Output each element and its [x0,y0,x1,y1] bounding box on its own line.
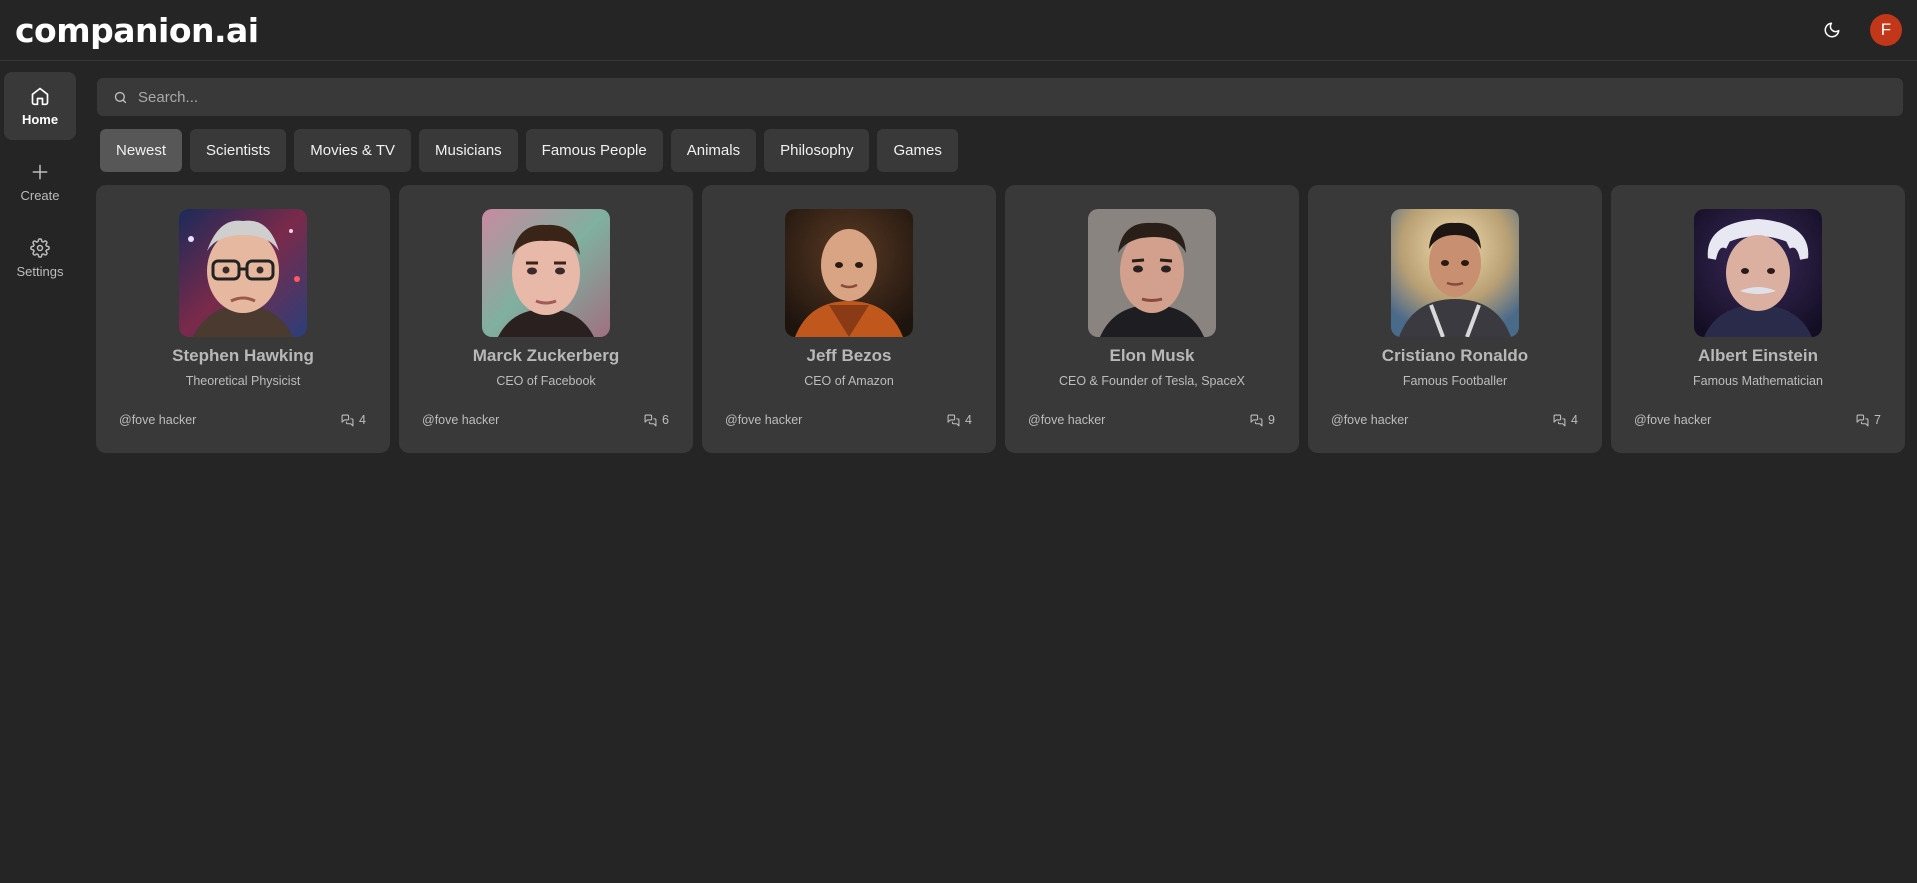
user-avatar[interactable]: F [1870,14,1902,46]
search-bar [97,78,1903,116]
category-philosophy[interactable]: Philosophy [764,129,870,172]
companion-name: Stephen Hawking [172,346,314,365]
companion-card[interactable]: Jeff Bezos CEO of Amazon @fove hacker 4 [702,185,996,453]
messages-icon [341,414,354,426]
category-tabs: Newest Scientists Movies & TV Musicians … [100,129,958,172]
companion-card[interactable]: Cristiano Ronaldo Famous Footballer @fov… [1308,185,1602,453]
companion-description: CEO of Amazon [804,374,894,388]
message-count-value: 4 [965,413,972,427]
companion-description: Famous Footballer [1402,374,1508,388]
gear-icon [30,237,50,258]
message-count: 4 [341,413,366,427]
companion-author: @fove hacker [1028,413,1106,427]
companion-author: @fove hacker [725,413,803,427]
message-count: 4 [947,413,972,427]
companion-name: Albert Einstein [1698,346,1818,365]
message-count-value: 4 [359,413,366,427]
companion-author: @fove hacker [119,413,197,427]
search-icon [114,91,127,103]
companion-portrait [785,209,913,337]
companion-portrait [1694,209,1822,337]
sidebar: Home Create Settings [4,72,76,300]
message-count-value: 6 [662,413,669,427]
category-movies-tv[interactable]: Movies & TV [294,129,411,172]
companion-description: Theoretical Physicist [185,374,301,388]
message-count: 9 [1250,413,1275,427]
companion-name: Cristiano Ronaldo [1381,346,1529,365]
top-bar-actions: F [1818,14,1902,46]
messages-icon [1856,414,1869,426]
message-count-value: 9 [1268,413,1275,427]
sidebar-item-label: Home [21,111,59,127]
search-input[interactable] [138,88,1838,106]
category-musicians[interactable]: Musicians [418,129,518,172]
sidebar-item-home[interactable]: Home [4,72,76,140]
companion-author: @fove hacker [1331,413,1409,427]
message-count-value: 7 [1874,413,1881,427]
message-count: 6 [644,413,669,427]
companion-card[interactable]: Elon Musk CEO & Founder of Tesla, SpaceX… [1005,185,1299,453]
companion-portrait [1088,209,1216,337]
category-newest[interactable]: Newest [100,129,183,172]
sidebar-item-settings[interactable]: Settings [4,224,76,292]
companion-card[interactable]: Stephen Hawking Theoretical Physicist @f… [96,185,390,453]
moon-icon [1824,22,1840,38]
sidebar-item-create[interactable]: Create [4,148,76,216]
messages-icon [644,414,657,426]
message-count: 7 [1856,413,1881,427]
messages-icon [947,414,960,426]
messages-icon [1553,414,1566,426]
companion-portrait [179,209,307,337]
message-count-value: 4 [1571,413,1578,427]
top-bar: companion.ai F [0,0,1917,61]
companion-description: Famous Mathematician [1693,374,1823,388]
sidebar-item-label: Settings [16,263,64,279]
category-animals[interactable]: Animals [670,129,757,172]
companion-description: CEO & Founder of Tesla, SpaceX [1059,374,1245,388]
messages-icon [1250,414,1263,426]
companion-author: @fove hacker [1634,413,1712,427]
companion-description: CEO of Facebook [496,374,596,388]
companion-portrait [1391,209,1519,337]
companion-name: Elon Musk [1109,346,1195,365]
companion-name: Jeff Bezos [806,346,892,365]
message-count: 4 [1553,413,1578,427]
companion-card[interactable]: Marck Zuckerberg CEO of Facebook @fove h… [399,185,693,453]
sidebar-item-label: Create [20,187,60,203]
app-logo[interactable]: companion.ai [15,11,259,50]
home-icon [31,87,49,105]
theme-toggle-button[interactable] [1818,16,1846,44]
companion-author: @fove hacker [422,413,500,427]
plus-icon [32,164,48,179]
companion-card[interactable]: Albert Einstein Famous Mathematician @fo… [1611,185,1905,453]
category-scientists[interactable]: Scientists [190,129,287,172]
category-famous-people[interactable]: Famous People [525,129,663,172]
category-games[interactable]: Games [877,129,958,172]
companion-grid: Stephen Hawking Theoretical Physicist @f… [96,185,1905,453]
companion-name: Marck Zuckerberg [472,346,620,365]
companion-portrait [482,209,610,337]
